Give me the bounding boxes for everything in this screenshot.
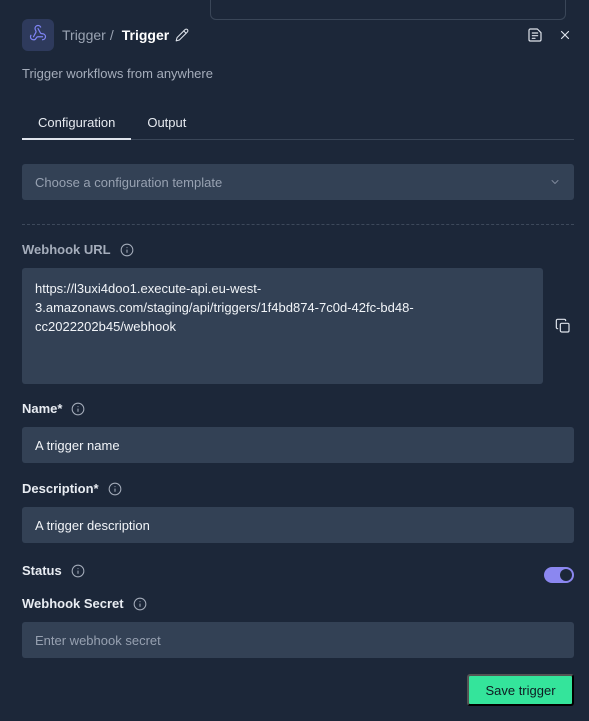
- info-icon[interactable]: [133, 597, 147, 611]
- name-input[interactable]: A trigger name: [22, 427, 574, 463]
- notes-icon[interactable]: [526, 26, 544, 44]
- status-label: Status: [22, 563, 85, 578]
- save-trigger-button[interactable]: Save trigger: [467, 674, 574, 706]
- header-actions: [526, 26, 574, 44]
- name-label: Name*: [22, 401, 85, 416]
- info-icon[interactable]: [120, 243, 134, 257]
- template-select-placeholder: Choose a configuration template: [35, 174, 223, 190]
- tab-configuration[interactable]: Configuration: [22, 112, 132, 140]
- pencil-icon[interactable]: [175, 28, 189, 42]
- webhook-url-label: Webhook URL: [22, 242, 134, 257]
- webhook-url-field[interactable]: https://l3uxi4doo1.execute-api.eu-west-3…: [22, 268, 543, 384]
- webhook-secret-label: Webhook Secret: [22, 596, 147, 611]
- status-toggle[interactable]: [544, 567, 574, 583]
- status-label-text: Status: [22, 563, 62, 578]
- close-icon[interactable]: [556, 26, 574, 44]
- webhook-secret-label-text: Webhook Secret: [22, 596, 124, 611]
- overlay-popover-edge: [210, 0, 566, 20]
- panel-subtitle: Trigger workflows from anywhere: [22, 66, 213, 81]
- tab-bar: Configuration Output: [22, 112, 574, 140]
- description-label-text: Description*: [22, 481, 99, 496]
- info-icon[interactable]: [108, 482, 122, 496]
- webhook-secret-input[interactable]: Enter webhook secret: [22, 622, 574, 658]
- chevron-down-icon: [549, 176, 561, 188]
- webhook-icon: [29, 24, 47, 47]
- webhook-url-label-text: Webhook URL: [22, 242, 111, 257]
- info-icon[interactable]: [71, 564, 85, 578]
- name-label-text: Name*: [22, 401, 63, 416]
- description-label: Description*: [22, 481, 122, 496]
- webhook-logo: [22, 19, 54, 51]
- tab-output[interactable]: Output: [131, 112, 202, 139]
- toggle-knob: [560, 569, 572, 581]
- copy-icon[interactable]: [555, 318, 571, 339]
- info-icon[interactable]: [71, 402, 85, 416]
- section-divider: [22, 224, 574, 225]
- breadcrumb-separator: /: [109, 27, 114, 43]
- breadcrumb: Trigger / Trigger: [62, 27, 189, 43]
- panel-header: Trigger / Trigger: [22, 19, 574, 51]
- template-select[interactable]: Choose a configuration template: [22, 164, 574, 200]
- page-title: Trigger: [121, 27, 170, 43]
- breadcrumb-parent[interactable]: Trigger: [62, 27, 106, 43]
- description-input[interactable]: A trigger description: [22, 507, 574, 543]
